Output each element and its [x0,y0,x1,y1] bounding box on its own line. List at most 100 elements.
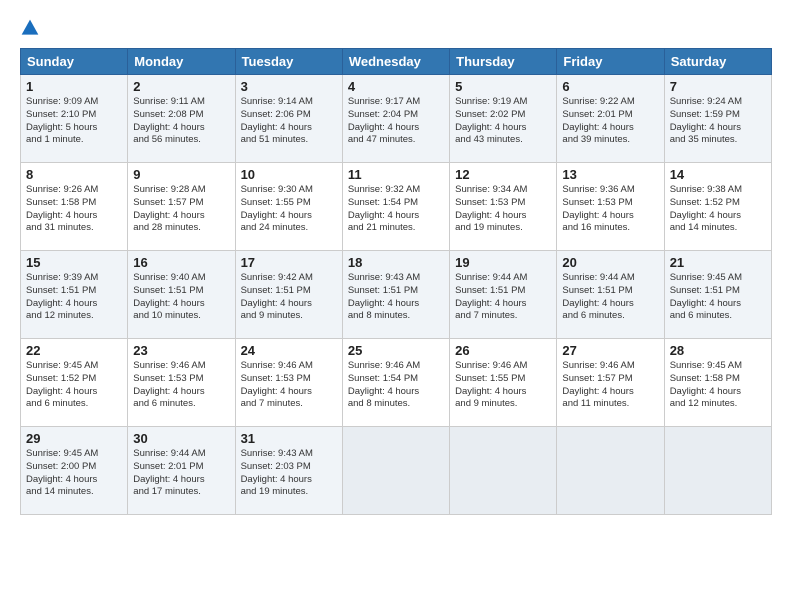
calendar-cell: 16Sunrise: 9:40 AM Sunset: 1:51 PM Dayli… [128,251,235,339]
cell-info: Sunrise: 9:22 AM Sunset: 2:01 PM Dayligh… [562,96,658,147]
calendar-cell: 17 Sunrise: 9:42 AM Sunset: 1:51 PM Dayli… [235,251,342,339]
calendar-cell [557,427,664,515]
calendar-cell: 12 Sunrise: 9:34 AM Sunset: 1:53 PM Dayli… [450,163,557,251]
calendar-cell: 22Sunrise: 9:45 AM Sunset: 1:52 PM Dayli… [21,339,128,427]
day-number: 18 [348,255,444,270]
cell-info: Sunrise: 9:46 AM Sunset: 1:53 PM Dayligh… [241,360,337,411]
calendar-cell: 10Sunrise: 9:30 AM Sunset: 1:55 PM Dayli… [235,163,342,251]
calendar-cell: 28 Sunrise: 9:45 AM Sunset: 1:58 PM Dayli… [664,339,771,427]
cell-info: Sunrise: 9:11 AM Sunset: 2:08 PM Dayligh… [133,96,229,147]
day-header-thursday: Thursday [450,49,557,75]
day-number: 28 [670,343,766,358]
day-header-saturday: Saturday [664,49,771,75]
cell-info: Sunrise: 9:46 AM Sunset: 1:53 PM Dayligh… [133,360,229,411]
calendar-cell: 26 Sunrise: 9:46 AM Sunset: 1:55 PM Dayli… [450,339,557,427]
day-number: 20 [562,255,658,270]
calendar-cell: 27 Sunrise: 9:46 AM Sunset: 1:57 PM Dayli… [557,339,664,427]
logo-icon [20,18,40,38]
cell-info: Sunrise: 9:38 AM Sunset: 1:52 PM Dayligh… [670,184,766,235]
day-header-sunday: Sunday [21,49,128,75]
day-number: 7 [670,79,766,94]
calendar-cell: 18 Sunrise: 9:43 AM Sunset: 1:51 PM Dayli… [342,251,449,339]
day-number: 12 [455,167,551,182]
day-number: 3 [241,79,337,94]
calendar-cell: 5Sunrise: 9:19 AM Sunset: 2:02 PM Daylig… [450,75,557,163]
header [20,18,772,38]
logo [20,18,44,38]
day-header-tuesday: Tuesday [235,49,342,75]
calendar-cell: 31 Sunrise: 9:43 AM Sunset: 2:03 PM Dayli… [235,427,342,515]
calendar-cell: 21 Sunrise: 9:45 AM Sunset: 1:51 PM Dayli… [664,251,771,339]
cell-info: Sunrise: 9:46 AM Sunset: 1:54 PM Dayligh… [348,360,444,411]
cell-info: Sunrise: 9:44 AM Sunset: 2:01 PM Dayligh… [133,448,229,499]
cell-info: Sunrise: 9:45 AM Sunset: 2:00 PM Dayligh… [26,448,122,499]
day-number: 23 [133,343,229,358]
cell-info: Sunrise: 9:43 AM Sunset: 2:03 PM Dayligh… [241,448,337,499]
calendar-cell: 13 Sunrise: 9:36 AM Sunset: 1:53 PM Dayli… [557,163,664,251]
calendar-cell: 29 Sunrise: 9:45 AM Sunset: 2:00 PM Dayli… [21,427,128,515]
cell-info: Sunrise: 9:34 AM Sunset: 1:53 PM Dayligh… [455,184,551,235]
calendar-cell: 15Sunrise: 9:39 AM Sunset: 1:51 PM Dayli… [21,251,128,339]
day-number: 25 [348,343,444,358]
day-header-monday: Monday [128,49,235,75]
cell-info: Sunrise: 9:44 AM Sunset: 1:51 PM Dayligh… [455,272,551,323]
day-number: 8 [26,167,122,182]
calendar-week-row: 22Sunrise: 9:45 AM Sunset: 1:52 PM Dayli… [21,339,772,427]
cell-info: Sunrise: 9:28 AM Sunset: 1:57 PM Dayligh… [133,184,229,235]
calendar-cell: 11 Sunrise: 9:32 AM Sunset: 1:54 PM Dayli… [342,163,449,251]
calendar-cell [342,427,449,515]
day-number: 2 [133,79,229,94]
day-number: 24 [241,343,337,358]
cell-info: Sunrise: 9:40 AM Sunset: 1:51 PM Dayligh… [133,272,229,323]
calendar-week-row: 1Sunrise: 9:09 AM Sunset: 2:10 PM Daylig… [21,75,772,163]
cell-info: Sunrise: 9:44 AM Sunset: 1:51 PM Dayligh… [562,272,658,323]
day-number: 17 [241,255,337,270]
day-number: 4 [348,79,444,94]
day-number: 19 [455,255,551,270]
cell-info: Sunrise: 9:36 AM Sunset: 1:53 PM Dayligh… [562,184,658,235]
calendar-week-row: 29 Sunrise: 9:45 AM Sunset: 2:00 PM Dayli… [21,427,772,515]
calendar-header-row: SundayMondayTuesdayWednesdayThursdayFrid… [21,49,772,75]
day-header-wednesday: Wednesday [342,49,449,75]
day-number: 1 [26,79,122,94]
day-number: 29 [26,431,122,446]
cell-info: Sunrise: 9:14 AM Sunset: 2:06 PM Dayligh… [241,96,337,147]
day-number: 10 [241,167,337,182]
calendar-cell: 14 Sunrise: 9:38 AM Sunset: 1:52 PM Dayli… [664,163,771,251]
calendar-cell: 4 Sunrise: 9:17 AM Sunset: 2:04 PM Daylig… [342,75,449,163]
cell-info: Sunrise: 9:45 AM Sunset: 1:51 PM Dayligh… [670,272,766,323]
cell-info: Sunrise: 9:32 AM Sunset: 1:54 PM Dayligh… [348,184,444,235]
calendar-cell: 25 Sunrise: 9:46 AM Sunset: 1:54 PM Dayli… [342,339,449,427]
calendar-week-row: 15Sunrise: 9:39 AM Sunset: 1:51 PM Dayli… [21,251,772,339]
day-number: 30 [133,431,229,446]
day-number: 11 [348,167,444,182]
calendar-cell: 8 Sunrise: 9:26 AM Sunset: 1:58 PM Daylig… [21,163,128,251]
day-number: 31 [241,431,337,446]
cell-info: Sunrise: 9:19 AM Sunset: 2:02 PM Dayligh… [455,96,551,147]
calendar-week-row: 8 Sunrise: 9:26 AM Sunset: 1:58 PM Daylig… [21,163,772,251]
day-number: 13 [562,167,658,182]
cell-info: Sunrise: 9:26 AM Sunset: 1:58 PM Dayligh… [26,184,122,235]
day-number: 9 [133,167,229,182]
day-number: 21 [670,255,766,270]
day-header-friday: Friday [557,49,664,75]
day-number: 15 [26,255,122,270]
calendar-cell: 6 Sunrise: 9:22 AM Sunset: 2:01 PM Daylig… [557,75,664,163]
cell-info: Sunrise: 9:45 AM Sunset: 1:52 PM Dayligh… [26,360,122,411]
cell-info: Sunrise: 9:17 AM Sunset: 2:04 PM Dayligh… [348,96,444,147]
cell-info: Sunrise: 9:42 AM Sunset: 1:51 PM Dayligh… [241,272,337,323]
cell-info: Sunrise: 9:43 AM Sunset: 1:51 PM Dayligh… [348,272,444,323]
cell-info: Sunrise: 9:24 AM Sunset: 1:59 PM Dayligh… [670,96,766,147]
day-number: 26 [455,343,551,358]
day-number: 14 [670,167,766,182]
calendar-cell: 1Sunrise: 9:09 AM Sunset: 2:10 PM Daylig… [21,75,128,163]
calendar-cell [450,427,557,515]
cell-info: Sunrise: 9:46 AM Sunset: 1:57 PM Dayligh… [562,360,658,411]
calendar-cell: 30 Sunrise: 9:44 AM Sunset: 2:01 PM Dayli… [128,427,235,515]
calendar-cell: 24 Sunrise: 9:46 AM Sunset: 1:53 PM Dayli… [235,339,342,427]
day-number: 6 [562,79,658,94]
day-number: 27 [562,343,658,358]
cell-info: Sunrise: 9:45 AM Sunset: 1:58 PM Dayligh… [670,360,766,411]
calendar-cell: 3 Sunrise: 9:14 AM Sunset: 2:06 PM Daylig… [235,75,342,163]
cell-info: Sunrise: 9:46 AM Sunset: 1:55 PM Dayligh… [455,360,551,411]
